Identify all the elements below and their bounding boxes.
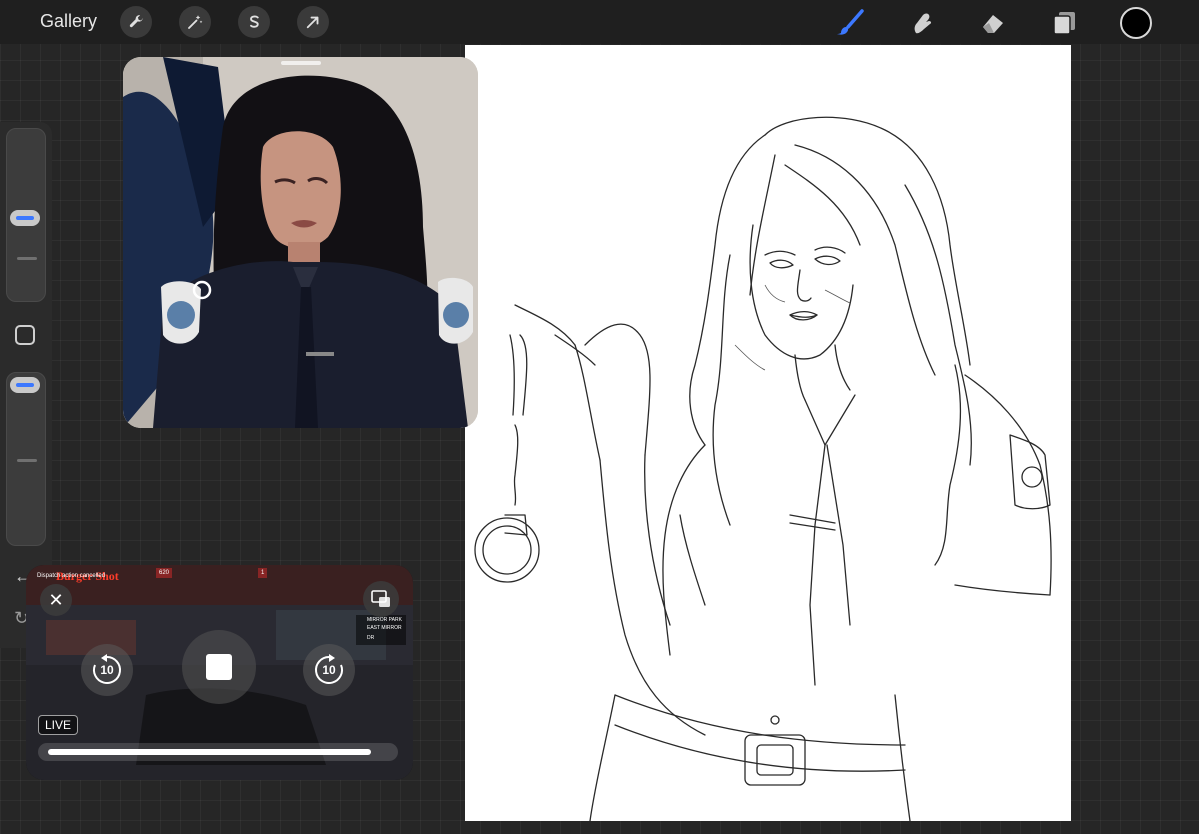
eraser-button[interactable] [978, 8, 1008, 38]
brush-size-thumb[interactable] [10, 210, 40, 227]
opacity-thumb[interactable] [10, 377, 40, 393]
skip-forward-label: 10 [322, 663, 336, 677]
opacity-tick [17, 459, 37, 462]
transform-arrow-icon [306, 16, 319, 29]
brush-button[interactable] [836, 8, 866, 38]
brush-size-tick [17, 257, 37, 260]
brush-size-slider[interactable] [6, 128, 46, 302]
stop-icon [206, 654, 232, 680]
hud-notice: Dispatch action cancelled [37, 573, 106, 579]
color-picker-button[interactable] [1120, 7, 1152, 39]
reference-drag-handle[interactable] [281, 61, 321, 65]
hud-stat: 620 [156, 568, 173, 578]
reference-image-panel[interactable] [123, 57, 478, 428]
hud-stat: 1 [258, 568, 268, 578]
layers-icon [1053, 12, 1075, 35]
drawing-canvas[interactable] [465, 45, 1071, 821]
wrench-icon [129, 15, 144, 28]
reference-photo [123, 57, 478, 428]
stop-button[interactable] [182, 630, 256, 704]
close-player-button[interactable]: ✕ [40, 584, 72, 616]
selection-button[interactable] [238, 6, 270, 38]
skip-back-label: 10 [100, 663, 114, 677]
layers-button[interactable] [1049, 8, 1079, 38]
video-player[interactable]: Burger Shot Dispatch action cancelled 62… [26, 565, 413, 780]
progress-fill [48, 749, 371, 755]
eraser-icon [983, 15, 1003, 33]
sketch-artwork [474, 116, 1052, 821]
adjustments-button[interactable] [179, 6, 211, 38]
skip-forward-button[interactable]: 10 [303, 644, 355, 696]
brush-icon [837, 9, 864, 35]
picture-in-picture-icon [371, 590, 390, 607]
live-badge: LIVE [38, 715, 79, 735]
transform-button[interactable] [297, 6, 329, 38]
smudge-button[interactable] [907, 8, 937, 38]
actions-button[interactable] [120, 6, 152, 38]
progress-bar[interactable] [38, 743, 398, 761]
magic-wand-icon [188, 15, 203, 29]
pip-toggle-button[interactable] [363, 581, 399, 617]
gallery-button[interactable]: Gallery [40, 11, 97, 32]
top-toolbar: Gallery [0, 0, 1199, 44]
modify-button[interactable] [15, 325, 35, 345]
hud-location-line: EAST MIRROR DR [367, 625, 402, 641]
opacity-slider[interactable] [6, 372, 46, 546]
smudge-icon [914, 13, 932, 34]
close-icon: ✕ [48, 589, 64, 610]
skip-back-button[interactable]: 10 [81, 644, 133, 696]
selection-s-icon [250, 15, 259, 28]
